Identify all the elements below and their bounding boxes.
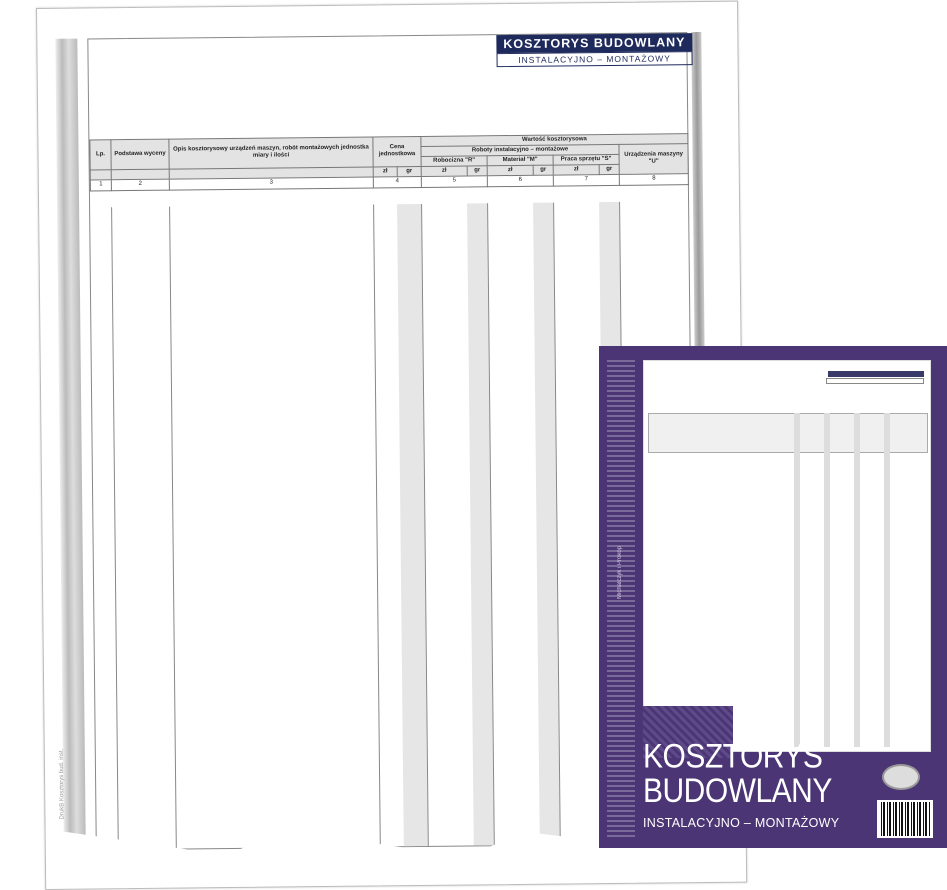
form-title-box: KOSZTORYS BUDOWLANY INSTALACYJNO – MONTA…	[496, 33, 693, 68]
form-header-table: Lp. Podstawa wyceny Opis kosztorysowy ur…	[89, 133, 689, 191]
preview-column	[854, 413, 860, 747]
barcode-icon	[877, 800, 933, 838]
header-zl: zł	[553, 164, 600, 175]
header-lp: Lp.	[89, 139, 112, 170]
product-cover: Michalczyk i Prokop KOSZTORYS BUDOWLANY …	[599, 346, 947, 848]
header-gr: gr	[397, 166, 422, 177]
form-title: KOSZTORYS BUDOWLANY	[496, 33, 693, 54]
header-zl: zł	[373, 166, 398, 177]
header-labor: Robocizna "R"	[421, 155, 488, 167]
column-line	[111, 207, 119, 850]
header-gr: gr	[599, 164, 620, 175]
column-number: 3	[169, 176, 374, 190]
binding-strip	[55, 38, 86, 849]
header-zl: zł	[421, 165, 468, 177]
header-unit-price: Cena jednostkowa	[372, 136, 422, 167]
preview-title	[828, 371, 924, 377]
cover-title-line1: KOSZTORYS	[643, 737, 823, 776]
header-basis: Podstawa wyceny	[110, 139, 170, 170]
cover-stripe	[607, 360, 635, 840]
column-number: 6	[487, 174, 554, 187]
cover-title-line2: BUDOWLANY	[643, 772, 832, 811]
header-gr: gr	[533, 164, 554, 175]
header-gr: gr	[467, 165, 488, 176]
column-line	[373, 204, 381, 847]
header-zl: zł	[487, 164, 534, 176]
header-description: Opis kosztorysowy urządzeń maszyn, robót…	[168, 136, 374, 169]
cover-subtitle: INSTALACYJNO – MONTAŻOWY	[643, 816, 840, 830]
shaded-column	[397, 203, 428, 847]
column-number: 4	[373, 176, 422, 188]
preview-subtitle	[826, 378, 924, 384]
column-number: 8	[619, 173, 689, 185]
column-number: 2	[111, 178, 170, 191]
cover-form-preview	[643, 360, 931, 752]
column-number: 5	[421, 175, 488, 188]
form-subtitle: INSTALACYJNO – MONTAŻOWY	[496, 51, 693, 68]
column-number: 1	[90, 179, 112, 191]
quality-seal-icon	[882, 764, 920, 790]
header-machinery: Urządzenia maszyny "U"	[618, 143, 689, 174]
brand-logo: Michalczyk i Prokop	[617, 546, 623, 600]
side-code: DrukB Kosztorys bud. inst.	[58, 748, 66, 820]
header-blank	[90, 169, 112, 180]
header-blank	[111, 168, 170, 180]
cover-title: KOSZTORYS BUDOWLANY	[643, 737, 832, 811]
preview-column	[884, 413, 890, 747]
column-number: 7	[553, 173, 620, 186]
preview-column	[824, 413, 830, 747]
column-line	[169, 206, 177, 849]
preview-column	[794, 413, 800, 747]
